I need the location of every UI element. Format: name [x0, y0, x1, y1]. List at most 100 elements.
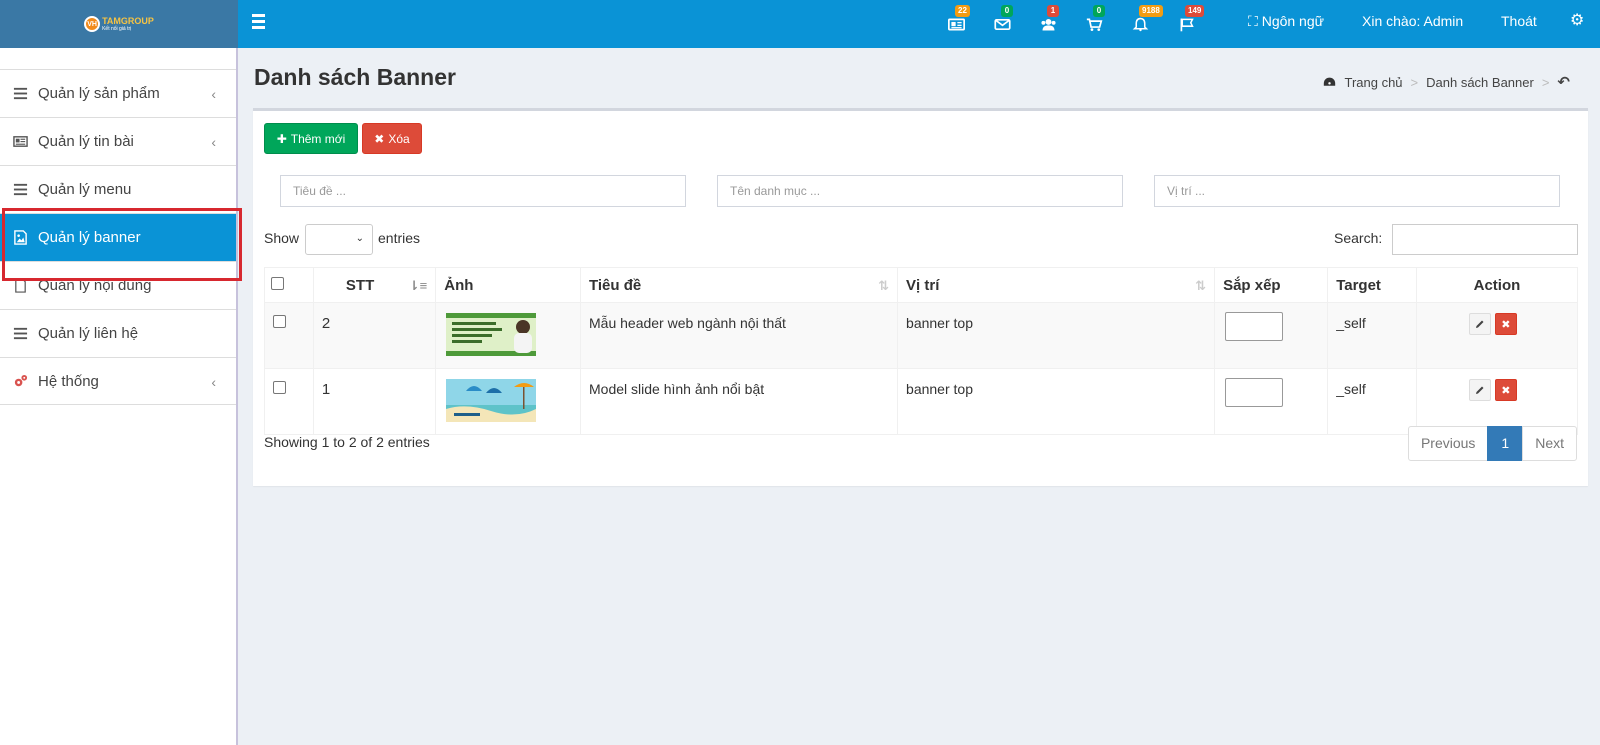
- column-header-action: Action: [1415, 267, 1579, 303]
- column-header-stt[interactable]: STT ⇂≡: [312, 267, 437, 303]
- menu-toggle-button[interactable]: [252, 14, 268, 30]
- cart-icon[interactable]: 0: [1082, 5, 1106, 36]
- language-menu[interactable]: ⛶ Ngôn ngữ: [1248, 0, 1324, 48]
- sort-desc-icon: ⇂≡: [408, 278, 428, 293]
- entries-label: entries: [378, 230, 421, 246]
- row-select-cell: [264, 302, 314, 369]
- bell-count-badge: 9188: [1139, 5, 1163, 17]
- column-header-image: Ảnh: [435, 267, 581, 303]
- column-header-title[interactable]: Tiêu đề ⇅: [579, 267, 899, 303]
- sidebar-item-banner[interactable]: Quản lý banner: [0, 213, 236, 261]
- column-header-position[interactable]: Vị trí ⇅: [897, 267, 1216, 303]
- mail-icon[interactable]: 0: [990, 5, 1014, 36]
- chevron-left-icon: ‹: [211, 134, 216, 150]
- sidebar-item-label: Quản lý banner: [38, 229, 141, 246]
- sidebar-item-system[interactable]: Hệ thống ‹: [0, 357, 236, 405]
- dashboard-icon: [1324, 77, 1336, 86]
- bell-icon[interactable]: 9188: [1128, 5, 1163, 36]
- pagination: Previous 1 Next: [1407, 426, 1577, 461]
- table-header-row: STT ⇂≡ Ảnh Tiêu đề ⇅ Vị trí ⇅ Sắp xếp Targe…: [264, 267, 1579, 303]
- pagination-next[interactable]: Next: [1522, 426, 1577, 461]
- select-all-header: [264, 267, 314, 303]
- add-new-button[interactable]: ✚ Thêm mới: [264, 123, 358, 154]
- bars-icon: [12, 182, 28, 198]
- cart-count-badge: 0: [1093, 5, 1105, 17]
- pencil-icon: [1475, 386, 1484, 394]
- language-label: Ngôn ngữ: [1261, 13, 1325, 29]
- sidebar-item-products[interactable]: Quản lý sản phẩm ‹: [0, 69, 236, 117]
- edit-button[interactable]: [1468, 379, 1491, 401]
- chevron-down-icon: ⌄: [355, 233, 364, 244]
- order-input[interactable]: [1225, 378, 1284, 407]
- bars-icon: [12, 326, 28, 342]
- sidebar-item-label: Quản lý menu: [38, 181, 132, 198]
- sidebar-item-content[interactable]: Quản lý nội dung: [0, 261, 236, 309]
- page-length-select[interactable]: ⌄: [305, 224, 373, 255]
- breadcrumb-current: Danh sách Banner: [1426, 74, 1534, 90]
- delete-button[interactable]: ✖ Xóa: [362, 123, 422, 154]
- category-filter-input[interactable]: [717, 175, 1123, 207]
- target-cell: _self: [1327, 368, 1417, 435]
- mail-count-badge: 0: [1001, 5, 1013, 17]
- pagination-page-1[interactable]: 1: [1487, 426, 1524, 461]
- sidebar-item-label: Quản lý tin bài: [38, 133, 134, 150]
- cogs-icon: [12, 373, 28, 389]
- sidebar-item-menu[interactable]: Quản lý menu: [0, 165, 236, 213]
- sidebar-item-label: Quản lý nội dung: [38, 277, 152, 294]
- settings-gear-icon[interactable]: ⚙: [1570, 0, 1584, 48]
- order-cell: [1214, 368, 1329, 435]
- search-label: Search:: [1334, 230, 1383, 246]
- table-row: 1 Model slide hình ảnh nổi bật banner to…: [264, 368, 1579, 435]
- order-input[interactable]: [1225, 312, 1284, 341]
- select-all-checkbox[interactable]: [271, 276, 284, 290]
- chevron-left-icon: ‹: [211, 86, 216, 102]
- stt-cell: 1: [312, 368, 437, 435]
- pagination-previous[interactable]: Previous: [1407, 426, 1489, 461]
- position-filter-input[interactable]: [1154, 175, 1560, 207]
- row-checkbox[interactable]: [273, 315, 286, 328]
- flag-count-badge: 149: [1185, 5, 1205, 17]
- breadcrumb-separator: >: [1541, 74, 1550, 90]
- logo-name: TAMGROUP: [102, 15, 154, 26]
- chevron-left-icon: ‹: [211, 374, 216, 390]
- delete-row-button[interactable]: ✖: [1494, 379, 1517, 401]
- news-icon[interactable]: 22: [944, 5, 970, 36]
- banner-table: STT ⇂≡ Ảnh Tiêu đề ⇅ Vị trí ⇅ Sắp xếp Targe…: [264, 267, 1579, 435]
- bars-icon: [12, 86, 28, 102]
- title-cell: Mẫu header web ngành nội thất: [579, 302, 899, 369]
- users-icon[interactable]: 1: [1036, 5, 1060, 36]
- add-new-label: Thêm mới: [290, 131, 346, 146]
- delete-row-button[interactable]: ✖: [1494, 313, 1517, 335]
- action-cell: ✖: [1415, 368, 1579, 435]
- table-info: Showing 1 to 2 of 2 entries: [264, 434, 430, 450]
- sidebar-item-contact[interactable]: Quản lý liên hệ: [0, 309, 236, 357]
- banner-thumbnail-image[interactable]: [446, 313, 537, 356]
- logo-area[interactable]: VH TAMGROUP Kết nối giá trị: [0, 0, 238, 48]
- logo-mark: VH: [84, 16, 101, 32]
- banner-thumbnail-image[interactable]: [446, 379, 537, 422]
- breadcrumb-home-link[interactable]: Trang chủ: [1344, 75, 1402, 90]
- language-icon: ⛶: [1248, 13, 1258, 29]
- flag-icon[interactable]: 149: [1174, 5, 1205, 36]
- page-title: Danh sách Banner: [254, 64, 456, 90]
- position-cell: banner top: [897, 368, 1216, 435]
- back-arrow-icon[interactable]: ↶: [1557, 73, 1570, 91]
- close-icon: ✖: [1501, 318, 1511, 331]
- sidebar: Quản lý sản phẩm ‹ Quản lý tin bài ‹ Quả…: [0, 48, 238, 745]
- logo-text: TAMGROUP Kết nối giá trị: [102, 15, 154, 32]
- sidebar-item-label: Hệ thống: [38, 372, 99, 390]
- user-greeting[interactable]: Xin chào: Admin: [1362, 0, 1463, 48]
- table-search-input[interactable]: [1392, 224, 1578, 255]
- file-icon: [12, 278, 28, 294]
- times-icon: ✖: [374, 131, 385, 146]
- sidebar-item-news[interactable]: Quản lý tin bài ‹: [0, 117, 236, 165]
- position-cell: banner top: [897, 302, 1216, 369]
- row-checkbox[interactable]: [273, 381, 286, 394]
- image-icon: [12, 230, 28, 246]
- newspaper-icon: [12, 134, 28, 150]
- logout-link[interactable]: Thoát: [1501, 0, 1537, 48]
- title-filter-input[interactable]: [280, 175, 686, 207]
- edit-button[interactable]: [1468, 313, 1491, 335]
- delete-label: Xóa: [388, 131, 410, 146]
- news-count-badge: 22: [955, 5, 970, 17]
